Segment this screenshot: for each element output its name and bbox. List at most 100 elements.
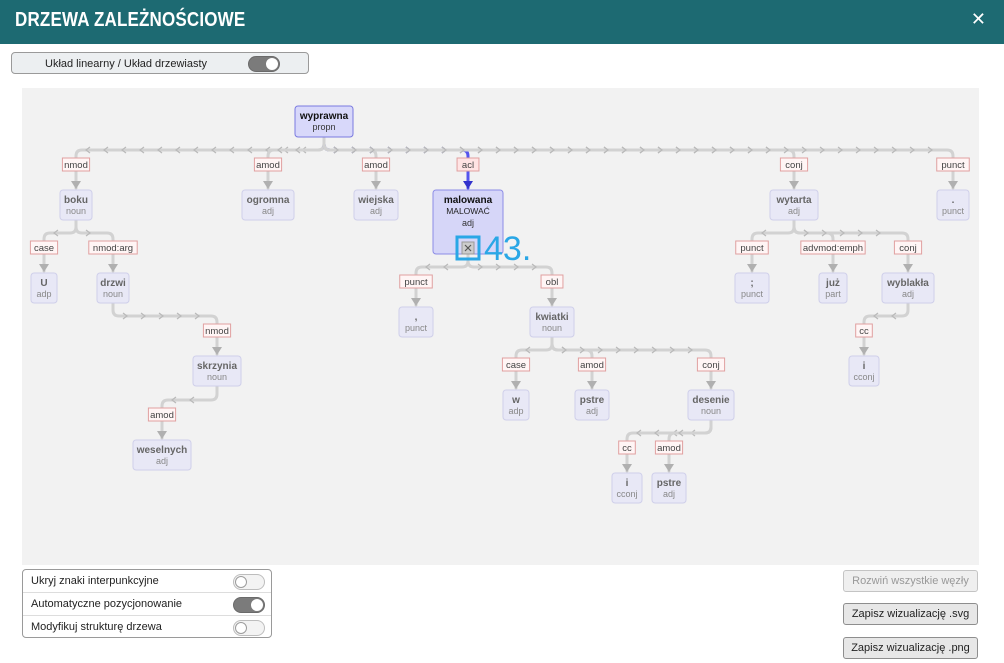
- tree-node-wytarta[interactable]: wytartaadj: [769, 189, 819, 221]
- tree-node-desenie[interactable]: desenienoun: [687, 389, 735, 421]
- relation-label[interactable]: punct: [399, 274, 433, 289]
- edge-wyprawna-wytarta: [322, 135, 796, 190]
- arrow-head: [263, 181, 273, 189]
- tree-node-U[interactable]: Uadp: [30, 272, 58, 304]
- option-label: Modyfikuj strukturę drzewa: [31, 621, 162, 633]
- tree-node-ogromna[interactable]: ogromnaadj: [241, 189, 295, 221]
- relation-label[interactable]: case: [501, 357, 531, 372]
- layout-toggle-panel: Układ linearny / Układ drzewiasty: [11, 52, 309, 74]
- node-word: ogromna: [247, 195, 290, 206]
- relation-label[interactable]: conj: [696, 357, 726, 372]
- arrow-head: [587, 381, 597, 389]
- arrow-head: [212, 347, 222, 355]
- arrow-head: [622, 464, 632, 472]
- relation-label[interactable]: obl: [540, 274, 564, 289]
- node-word: pstre: [657, 478, 682, 489]
- relation-label[interactable]: nmod: [61, 157, 91, 172]
- relation-label[interactable]: punct: [735, 240, 769, 255]
- relation-label[interactable]: amod: [147, 407, 177, 422]
- arrow-head: [511, 381, 521, 389]
- tree-node-juz[interactable]: jużpart: [818, 272, 848, 304]
- relation-label[interactable]: cc: [618, 440, 636, 455]
- tree-node-i2[interactable]: icconj: [848, 355, 880, 387]
- relation-label[interactable]: amod: [577, 357, 607, 372]
- node-word: wyblakła: [886, 278, 929, 289]
- node-pos: noun: [701, 406, 721, 416]
- tree-node-w[interactable]: wadp: [502, 389, 530, 421]
- relation-label-text: punct: [740, 243, 764, 254]
- relation-label-text: amod: [580, 360, 604, 371]
- dependency-tree: nmod amod amod acl conj punct case nmod:arg nmod…: [29, 105, 970, 504]
- relation-label-text: acl: [462, 160, 474, 171]
- node-pos: adj: [663, 489, 675, 499]
- node-pos: punct: [942, 206, 965, 216]
- node-pos: adp: [36, 289, 51, 299]
- relation-label[interactable]: nmod: [202, 323, 232, 338]
- tree-node-comma[interactable]: ,punct: [398, 306, 434, 338]
- arrow-head: [463, 181, 473, 189]
- relation-label[interactable]: amod: [361, 157, 391, 172]
- node-pos: adj: [788, 206, 800, 216]
- node-pos: noun: [207, 372, 227, 382]
- relation-label-text: nmod: [205, 326, 229, 337]
- tree-node-semicolon[interactable]: ;punct: [734, 272, 770, 304]
- relation-label[interactable]: punct: [936, 157, 970, 172]
- relation-label[interactable]: conj: [893, 240, 923, 255]
- arrow-head: [371, 181, 381, 189]
- edge-wyprawna-boku: [74, 135, 326, 190]
- node-word: pstre: [580, 395, 605, 406]
- tree-node-pstre1[interactable]: pstreadj: [574, 389, 610, 421]
- node-pos: adj: [586, 406, 598, 416]
- relation-label-text: cc: [622, 443, 632, 454]
- relation-label-text: amod: [657, 443, 681, 454]
- relation-label[interactable]: nmod:arg: [88, 240, 138, 255]
- layout-toggle-label: Układ linearny / Układ drzewiasty: [45, 58, 208, 70]
- tree-node-boku[interactable]: bokunoun: [59, 189, 93, 221]
- layout-toggle-switch[interactable]: [248, 56, 280, 72]
- tree-node-wyblakla[interactable]: wyblakłaadj: [881, 272, 935, 304]
- relation-label[interactable]: case: [29, 240, 59, 255]
- tree-node-wyprawna[interactable]: wyprawnapropn: [294, 105, 354, 138]
- arrow-head: [39, 264, 49, 272]
- save-svg-button[interactable]: Zapisz wizualizację .svg: [843, 603, 978, 625]
- auto-positioning-toggle[interactable]: [233, 597, 265, 613]
- toggle-knob: [251, 599, 263, 611]
- tree-node-pstre2[interactable]: pstreadj: [651, 472, 687, 504]
- relation-label[interactable]: amod: [654, 440, 684, 455]
- node-pos: adj: [462, 218, 474, 228]
- node-word: ,: [415, 312, 418, 323]
- arrow-head: [547, 298, 557, 306]
- relation-label-text: case: [506, 360, 526, 371]
- relation-label[interactable]: cc: [855, 323, 873, 338]
- tree-node-skrzynia[interactable]: skrzynianoun: [192, 355, 242, 387]
- node-pos: noun: [66, 206, 86, 216]
- node-word: weselnych: [136, 445, 188, 456]
- modify-tree-toggle[interactable]: [233, 620, 265, 636]
- node-word: boku: [64, 195, 88, 206]
- relation-label[interactable]: amod: [253, 157, 283, 172]
- relation-label[interactable]: advmod:emph: [800, 240, 866, 255]
- expand-all-nodes-button[interactable]: Rozwiń wszystkie węzły: [843, 570, 978, 592]
- tree-node-i1[interactable]: icconj: [611, 472, 643, 504]
- node-lemma: MALOWAĆ: [446, 206, 490, 216]
- node-word: malowana: [444, 195, 493, 206]
- tree-node-kwiatki[interactable]: kwiatkinoun: [529, 306, 575, 338]
- hide-punctuation-toggle[interactable]: [233, 574, 265, 590]
- edge-wyprawna-dot: [322, 135, 955, 190]
- relation-label[interactable]: acl: [456, 157, 480, 172]
- relation-label-text: amod: [256, 160, 280, 171]
- tree-node-weselnych[interactable]: weselnychadj: [132, 439, 192, 471]
- relation-label[interactable]: conj: [779, 157, 809, 172]
- tree-node-wiejska[interactable]: wiejskaadj: [353, 189, 399, 221]
- node-pos: cconj: [616, 489, 637, 499]
- tree-node-drzwi[interactable]: drzwinoun: [96, 272, 130, 304]
- arrow-head: [903, 264, 913, 272]
- tree-node-dot[interactable]: .punct: [936, 189, 970, 221]
- node-pos: noun: [103, 289, 123, 299]
- relation-label-text: obl: [546, 277, 559, 288]
- relation-label-text: conj: [702, 360, 719, 371]
- arrow-head: [411, 298, 421, 306]
- save-png-button[interactable]: Zapisz wizualizację .png: [843, 637, 978, 659]
- close-icon[interactable]: ✕: [971, 9, 986, 30]
- node-pos: propn: [312, 122, 335, 132]
